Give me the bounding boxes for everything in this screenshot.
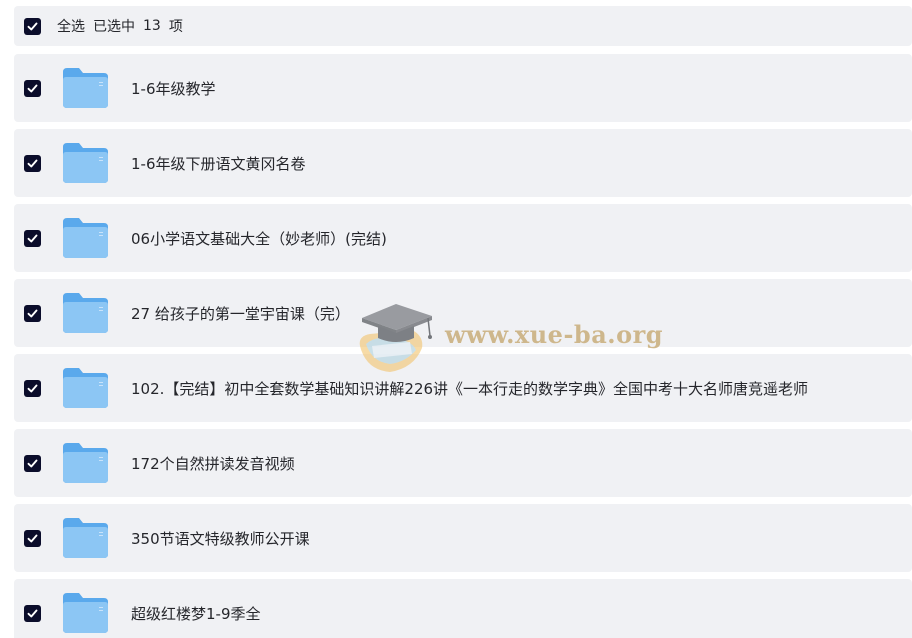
folder-row[interactable]: 1-6年级教学 — [14, 54, 912, 122]
folder-row[interactable]: 超级红楼梦1-9季全 — [14, 579, 912, 638]
folder-icon — [62, 591, 109, 635]
row-checkbox[interactable] — [24, 154, 41, 172]
folder-icon — [62, 141, 109, 185]
check-icon — [27, 384, 38, 392]
folder-row[interactable]: 172个自然拼读发音视频 — [14, 429, 912, 497]
folder-row[interactable]: 27 给孩子的第一堂宇宙课（完） — [14, 279, 912, 347]
selected-prefix: 已选中 — [93, 19, 135, 35]
folder-row[interactable]: 350节语文特级教师公开课 — [14, 504, 912, 572]
check-icon — [27, 84, 38, 92]
folder-name[interactable]: 1-6年级下册语文黄冈名卷 — [131, 153, 306, 174]
selected-suffix: 项 — [168, 19, 183, 35]
folder-name[interactable]: 1-6年级教学 — [131, 78, 216, 99]
row-checkbox[interactable] — [24, 304, 41, 322]
folder-name[interactable]: 超级红楼梦1-9季全 — [131, 603, 261, 624]
row-checkbox[interactable] — [24, 379, 41, 397]
check-icon — [27, 534, 38, 542]
check-icon — [27, 234, 38, 242]
folder-name[interactable]: 172个自然拼读发音视频 — [131, 453, 295, 474]
folder-row[interactable]: 102.【完结】初中全套数学基础知识讲解226讲《一本行走的数学字典》全国中考十… — [14, 354, 912, 422]
check-icon — [27, 159, 38, 167]
row-checkbox[interactable] — [24, 79, 41, 97]
folder-icon — [62, 66, 109, 110]
check-icon — [27, 22, 38, 30]
folder-row[interactable]: 1-6年级下册语文黄冈名卷 — [14, 129, 912, 197]
folder-name[interactable]: 06小学语文基础大全（妙老师）(完结) — [131, 228, 387, 249]
selection-summary: 全选 已选中 13 项 — [57, 16, 183, 36]
selected-count: 13 — [143, 18, 161, 34]
folder-icon — [62, 216, 109, 260]
file-list-page: 全选 已选中 13 项 1-6年级教学 1-6年级下册语文黄冈名卷 06小学语文… — [0, 0, 912, 638]
check-icon — [27, 309, 38, 317]
folder-name[interactable]: 27 给孩子的第一堂宇宙课（完） — [131, 303, 350, 324]
row-checkbox[interactable] — [24, 529, 41, 547]
folder-icon — [62, 516, 109, 560]
row-checkbox[interactable] — [24, 229, 41, 247]
select-all-bar: 全选 已选中 13 项 — [14, 6, 912, 46]
folder-name[interactable]: 102.【完结】初中全套数学基础知识讲解226讲《一本行走的数学字典》全国中考十… — [131, 378, 808, 399]
row-checkbox[interactable] — [24, 454, 41, 472]
folder-icon — [62, 291, 109, 335]
select-all-label[interactable]: 全选 — [57, 16, 85, 36]
check-icon — [27, 459, 38, 467]
folder-icon — [62, 441, 109, 485]
folder-name[interactable]: 350节语文特级教师公开课 — [131, 528, 310, 549]
folder-icon — [62, 366, 109, 410]
check-icon — [27, 609, 38, 617]
row-checkbox[interactable] — [24, 604, 41, 622]
folder-row[interactable]: 06小学语文基础大全（妙老师）(完结) — [14, 204, 912, 272]
select-all-checkbox[interactable] — [24, 17, 41, 35]
